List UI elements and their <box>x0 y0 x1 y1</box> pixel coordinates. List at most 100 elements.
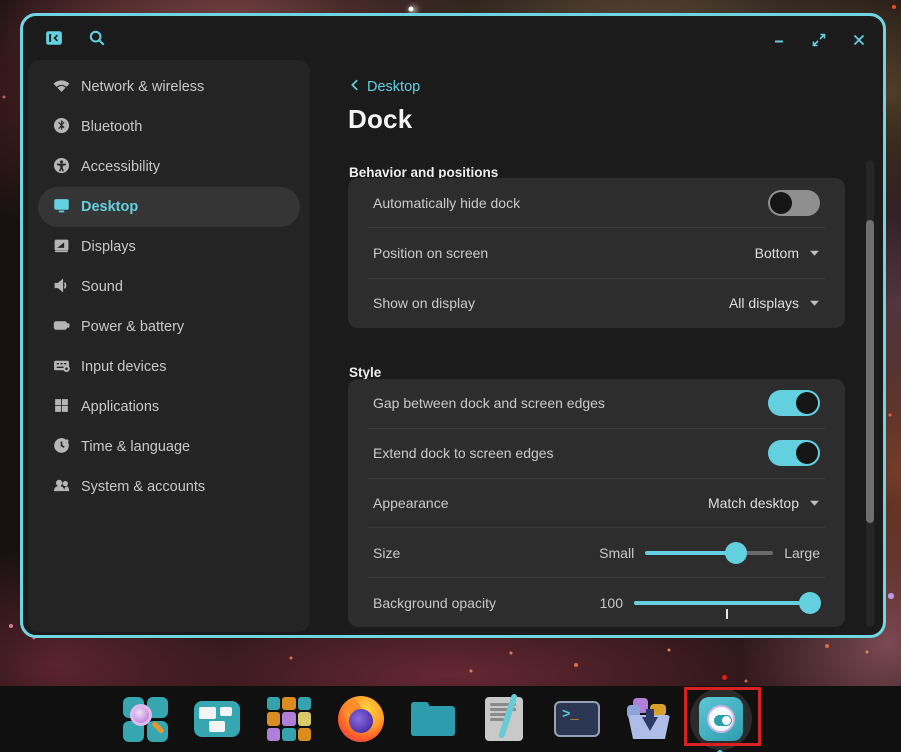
accessibility-icon <box>53 157 70 178</box>
dock-settings-panel: Desktop Dock Behavior and positions Auto… <box>348 16 845 635</box>
dock-item-app-store[interactable] <box>625 695 673 743</box>
displays-icon <box>53 237 70 258</box>
sidebar-item-label: System & accounts <box>81 479 205 495</box>
sidebar-item-label: Applications <box>81 399 159 415</box>
dock-item-launcher[interactable] <box>121 695 169 743</box>
gap-toggle[interactable] <box>768 390 820 416</box>
breadcrumb-label: Desktop <box>367 79 420 95</box>
sidebar-item-desktop[interactable]: Desktop <box>38 187 300 227</box>
toggle-knob <box>770 192 792 214</box>
sidebar-collapse-icon[interactable] <box>45 29 63 47</box>
sidebar-item-system-accounts[interactable]: System & accounts <box>38 467 300 507</box>
setting-row-show-display: Show on display All displays <box>368 278 825 328</box>
slider-value: 100 <box>600 595 623 611</box>
autohide-toggle[interactable] <box>768 190 820 216</box>
breadcrumb[interactable]: Desktop <box>348 78 420 96</box>
sidebar-item-label: Power & battery <box>81 319 184 335</box>
setting-row-opacity: Background opacity 100 <box>368 577 825 627</box>
slider-fill <box>645 551 736 555</box>
toggle-knob <box>796 392 818 414</box>
search-icon[interactable] <box>88 29 106 47</box>
sidebar-item-label: Time & language <box>81 439 190 455</box>
toggle-knob <box>796 442 818 464</box>
settings-window: Network & wireless Bluetooth Accessibili… <box>20 13 886 638</box>
dock-items: >_ <box>121 686 745 752</box>
close-button[interactable] <box>851 32 867 48</box>
size-slider[interactable] <box>645 551 773 555</box>
chevron-left-icon <box>348 78 362 96</box>
setting-label: Extend dock to screen edges <box>373 445 554 461</box>
section-heading-style: Style <box>349 365 381 380</box>
workspaces-icon <box>194 701 240 737</box>
dock-item-firefox[interactable] <box>337 695 385 743</box>
launcher-icon <box>121 695 169 743</box>
setting-row-appearance: Appearance Match desktop <box>368 478 825 528</box>
sidebar-item-label: Accessibility <box>81 159 160 175</box>
desktop-icon <box>53 197 70 218</box>
setting-label: Appearance <box>373 495 449 511</box>
app-store-icon <box>625 695 673 743</box>
show-on-display-dropdown[interactable]: All displays <box>729 294 820 312</box>
setting-row-extend: Extend dock to screen edges <box>368 428 825 478</box>
battery-icon <box>53 317 70 338</box>
chevron-down-icon <box>809 294 820 312</box>
annotation-click-dot <box>722 675 727 680</box>
bluetooth-icon <box>53 117 70 138</box>
opacity-slider[interactable] <box>634 601 820 605</box>
dropdown-value: Match desktop <box>708 495 799 511</box>
setting-label: Size <box>373 545 400 561</box>
chevron-down-icon <box>809 494 820 512</box>
sidebar-item-displays[interactable]: Displays <box>38 227 300 267</box>
slider-thumb[interactable] <box>725 542 747 564</box>
slider-default-tick <box>726 609 728 619</box>
sidebar-item-applications[interactable]: Applications <box>38 387 300 427</box>
settings-sidebar: Network & wireless Bluetooth Accessibili… <box>28 60 310 632</box>
dock-item-app-library[interactable] <box>265 695 313 743</box>
dropdown-value: Bottom <box>755 245 799 261</box>
chevron-down-icon <box>809 244 820 262</box>
sidebar-item-bluetooth[interactable]: Bluetooth <box>38 107 300 147</box>
slider-min-label: Small <box>599 545 634 561</box>
size-slider-group: Small Large <box>599 545 820 561</box>
sidebar-item-power-battery[interactable]: Power & battery <box>38 307 300 347</box>
sidebar-item-accessibility[interactable]: Accessibility <box>38 147 300 187</box>
dock-item-workspaces[interactable] <box>193 695 241 743</box>
sidebar-item-label: Sound <box>81 279 123 295</box>
files-icon <box>409 695 457 743</box>
terminal-icon: >_ <box>554 701 600 737</box>
wifi-icon <box>53 77 70 98</box>
annotation-highlight-box <box>684 687 761 746</box>
sidebar-item-sound[interactable]: Sound <box>38 267 300 307</box>
dock-item-terminal[interactable]: >_ <box>553 695 601 743</box>
sidebar-item-time-language[interactable]: Time & language <box>38 427 300 467</box>
slider-thumb[interactable] <box>799 592 821 614</box>
sound-icon <box>53 277 70 298</box>
sidebar-item-network-wireless[interactable]: Network & wireless <box>38 67 300 107</box>
dock-bar: >_ <box>0 686 901 752</box>
applications-icon <box>53 397 70 418</box>
behavior-card: Automatically hide dock Position on scre… <box>348 178 845 328</box>
dock-item-text-editor[interactable] <box>481 695 529 743</box>
slider-fill <box>634 601 820 605</box>
wallpaper-stars <box>0 0 2 2</box>
text-editor-icon <box>481 695 529 743</box>
sidebar-item-label: Network & wireless <box>81 79 204 95</box>
firefox-icon <box>338 696 384 742</box>
position-dropdown[interactable]: Bottom <box>755 244 820 262</box>
setting-label: Automatically hide dock <box>373 195 520 211</box>
clock-icon <box>53 437 70 458</box>
sidebar-item-label: Displays <box>81 239 136 255</box>
scrollbar-thumb[interactable] <box>866 220 874 523</box>
setting-label: Gap between dock and screen edges <box>373 395 605 411</box>
appearance-dropdown[interactable]: Match desktop <box>708 494 820 512</box>
sidebar-item-label: Input devices <box>81 359 166 375</box>
setting-row-size: Size Small Large <box>368 527 825 577</box>
setting-row-autohide: Automatically hide dock <box>368 178 825 227</box>
sidebar-item-input-devices[interactable]: Input devices <box>38 347 300 387</box>
opacity-slider-group: 100 <box>600 595 820 611</box>
setting-row-gap: Gap between dock and screen edges <box>368 379 825 428</box>
extend-toggle[interactable] <box>768 440 820 466</box>
keyboard-icon <box>53 357 70 378</box>
users-icon <box>53 477 70 498</box>
dock-item-files[interactable] <box>409 695 457 743</box>
